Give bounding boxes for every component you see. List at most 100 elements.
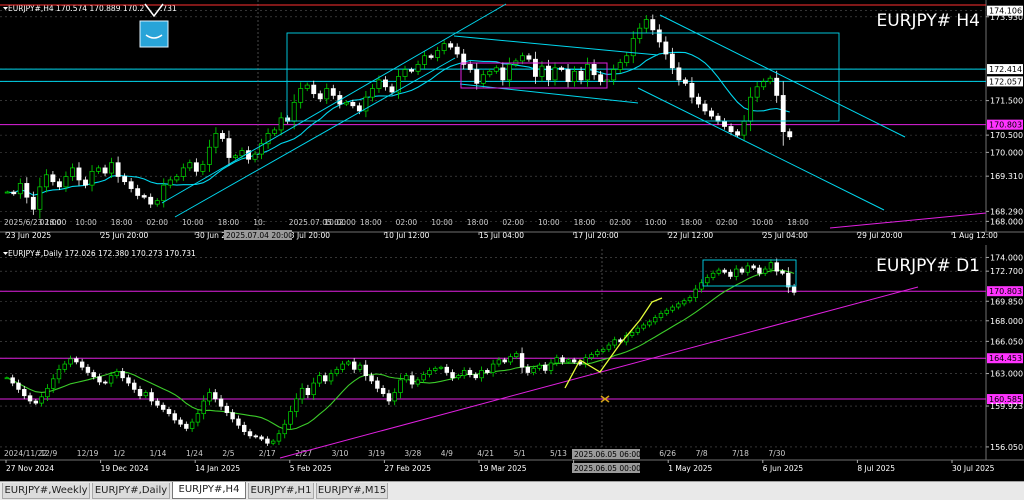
candle-body	[282, 423, 287, 435]
candle-body	[311, 84, 317, 95]
date-label: 5/1	[514, 449, 526, 458]
candle-body	[456, 375, 461, 379]
price-axis-label: 168.000	[990, 317, 1023, 326]
candle-body	[745, 265, 751, 273]
candle-body	[369, 375, 374, 382]
candle-body	[76, 167, 82, 181]
candle-body	[74, 358, 79, 363]
candle-body	[63, 176, 69, 188]
candle-body	[114, 371, 120, 377]
hour-label: 10:00	[182, 218, 204, 227]
tab-eurjpy-h4[interactable]: EURJPY#,H4	[172, 482, 246, 499]
crosshair-time-label: 2025.07.04 20:00	[226, 231, 293, 240]
candle-body	[617, 62, 623, 70]
candle-body	[559, 67, 564, 70]
price-axis-label: 170.803	[989, 121, 1022, 130]
candle-body	[239, 150, 245, 157]
candle-body	[213, 392, 218, 400]
candle-body	[24, 183, 30, 198]
candle-body	[328, 373, 334, 382]
candle-body	[676, 303, 681, 308]
tab-eurjpy-m15[interactable]: EURJPY#,M15	[316, 483, 388, 499]
candle-body	[189, 421, 195, 429]
hour-label: 02:00	[146, 218, 168, 227]
tab-eurjpy-h1[interactable]: EURJPY#,H1	[248, 483, 314, 499]
candle-body	[415, 379, 421, 385]
price-axis-label: 172.057	[989, 77, 1022, 86]
candle-body	[317, 375, 322, 384]
date-label: 7/30	[768, 449, 785, 458]
hour-label: 02:00	[716, 218, 738, 227]
candle-body	[398, 379, 403, 393]
candle-body	[224, 405, 230, 413]
candle-body	[774, 262, 779, 272]
candle-body	[102, 167, 108, 174]
candle-body	[178, 419, 183, 425]
candle-body	[17, 183, 23, 195]
candle-body	[128, 181, 134, 189]
candle-body	[220, 133, 225, 139]
candle-body	[787, 131, 793, 138]
time-axis-label: 30 Jul 2025	[952, 464, 995, 473]
tab-eurjpy-daily[interactable]: EURJPY#,Daily	[92, 483, 170, 499]
candle-body	[346, 361, 351, 365]
candle-body	[291, 101, 297, 122]
candle-body	[265, 438, 270, 444]
candle-body	[402, 69, 408, 77]
candle-body	[247, 431, 253, 437]
candle-body	[207, 392, 212, 402]
candle-body	[589, 354, 594, 359]
hour-label: 18:00	[574, 218, 596, 227]
time-axis-label: 19 Dec 2024	[101, 464, 149, 473]
price-axis-label: 169.310	[990, 172, 1023, 181]
candle-body	[735, 131, 741, 136]
candle-body	[741, 120, 747, 136]
candle-body	[710, 272, 716, 278]
candle-body	[299, 387, 305, 400]
tab-eurjpy-weekly[interactable]: EURJPY#,Weekly	[2, 483, 90, 499]
candle-body	[656, 29, 662, 43]
candle-body	[16, 382, 21, 390]
hour-label: 02:00	[396, 218, 418, 227]
candle-body	[4, 377, 10, 380]
price-axis-label: 169.850	[990, 297, 1023, 306]
candle-body	[444, 366, 450, 373]
date-label: 1/24	[186, 449, 203, 458]
date-label: 6/26	[659, 449, 676, 458]
candle-body	[56, 368, 62, 380]
candle-body	[467, 370, 473, 375]
time-axis-label: 25 Jun 20:00	[101, 231, 149, 240]
candle-body	[304, 84, 310, 89]
candle-body	[236, 418, 241, 426]
candle-body	[422, 55, 428, 65]
candle-body	[317, 93, 323, 100]
candle-body	[149, 392, 154, 402]
candle-body	[305, 387, 311, 396]
candle-body	[160, 404, 166, 410]
candle-body	[108, 375, 114, 384]
candle-body	[761, 81, 767, 88]
candle-body	[375, 380, 380, 389]
candle-body	[180, 167, 186, 177]
candle-body	[230, 412, 235, 420]
hour-label: 18:00	[218, 218, 240, 227]
candle-body	[252, 153, 258, 160]
candle-body	[206, 146, 212, 165]
candle-body	[739, 268, 745, 273]
date-label: 3/28	[404, 449, 421, 458]
date-label: 7/18	[732, 449, 749, 458]
candle-body	[554, 357, 559, 364]
hour-label: 02:00	[609, 218, 631, 227]
candle-body	[624, 55, 630, 64]
candle-body	[598, 74, 604, 82]
candle-body	[380, 387, 386, 394]
robot-wave-icon[interactable]	[139, 20, 169, 48]
candle-body	[526, 55, 532, 60]
candle-body	[722, 269, 727, 273]
candle-body	[461, 370, 467, 377]
chart-window[interactable]: 174.106 173.930 172.414 172.057 171.500 170.8…	[0, 0, 1024, 499]
candle-body	[68, 358, 73, 365]
price-axis-label: 172.700	[990, 267, 1023, 276]
candle-body	[376, 79, 382, 89]
candle-body	[97, 376, 102, 383]
